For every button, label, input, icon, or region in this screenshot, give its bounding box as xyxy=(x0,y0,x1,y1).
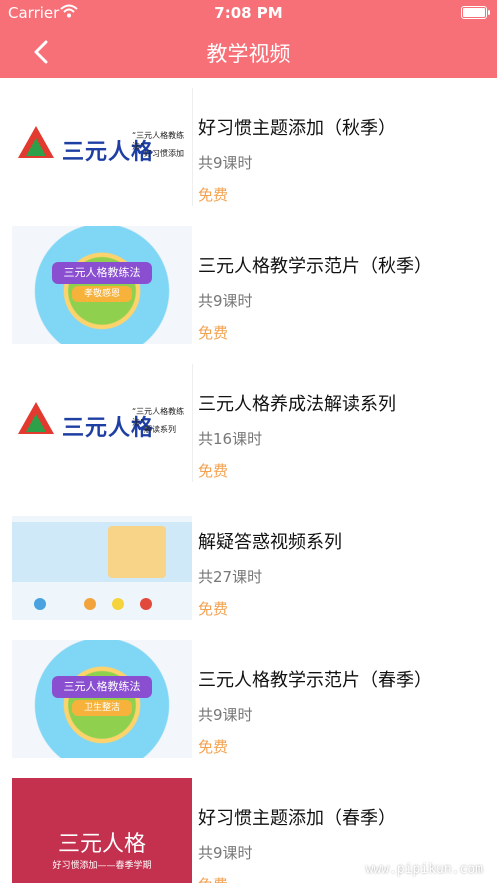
video-thumbnail: 三元人格教练法 卫生整洁 xyxy=(12,640,192,758)
video-thumbnail: 三元人格 “三元人格教练法” 好习惯添加 xyxy=(12,88,193,206)
status-bar: Carrier 7:08 PM xyxy=(0,0,497,26)
thumbnail-subtitle: 解读系列 xyxy=(144,425,176,434)
video-thumbnail xyxy=(12,502,192,620)
course-title: 好习惯主题添加（春季） xyxy=(198,808,396,829)
price-label: 免费 xyxy=(198,186,229,204)
dot xyxy=(34,598,46,610)
lesson-count: 共9课时 xyxy=(198,292,253,310)
video-thumbnail: 三元人格 “三元人格教练法” 解读系列 xyxy=(12,364,193,482)
price-label: 免费 xyxy=(198,874,228,883)
dot xyxy=(112,598,124,610)
course-title: 三元人格教学示范片（春季） xyxy=(198,670,432,691)
price-label: 免费 xyxy=(198,462,229,480)
nav-bar: 教学视频 xyxy=(0,26,497,78)
thumbnail-subtitle: 好习惯添加 xyxy=(144,149,184,158)
video-thumbnail: 三元人格教练法 孝敬感恩 xyxy=(12,226,192,344)
watermark: www.pipikun.com xyxy=(365,862,483,877)
course-title: 三元人格养成法解读系列 xyxy=(198,394,396,415)
dot xyxy=(84,598,96,610)
page-title: 教学视频 xyxy=(206,42,291,66)
logo-triangle xyxy=(26,138,46,156)
video-thumbnail: 三元人格 好习惯添加——春季学期 xyxy=(12,778,192,883)
list-item[interactable]: 解疑答惑视频系列 共27课时 免费 xyxy=(0,492,497,631)
price-label: 免费 xyxy=(198,738,229,756)
list-item[interactable]: 三元人格教练法 卫生整洁 三元人格教学示范片（春季） 共9课时 免费 xyxy=(0,630,497,769)
lesson-count: 共9课时 xyxy=(198,706,253,724)
clock: 7:08 PM xyxy=(214,4,283,22)
thumbnail-header xyxy=(12,502,192,516)
battery-icon xyxy=(461,6,490,19)
thumbnail-subbanner: 卫生整洁 xyxy=(72,700,132,716)
thumbnail-card xyxy=(108,526,166,578)
course-title: 好习惯主题添加（秋季） xyxy=(198,118,396,139)
list-item[interactable]: 三元人格 “三元人格教练法” 解读系列 三元人格养成法解读系列 共16课时 免费 xyxy=(0,354,497,493)
lesson-count: 共16课时 xyxy=(198,430,263,448)
price-label: 免费 xyxy=(198,600,229,618)
thumbnail-subtitle: 好习惯添加——春季学期 xyxy=(52,861,152,871)
lesson-count: 共27课时 xyxy=(198,568,263,586)
lesson-count: 共9课时 xyxy=(198,154,253,172)
video-list: 三元人格 “三元人格教练法” 好习惯添加 好习惯主题添加（秋季） 共9课时 免费… xyxy=(0,78,497,883)
thumbnail-title: 三元人格 xyxy=(57,832,146,857)
course-title: 三元人格教学示范片（秋季） xyxy=(198,256,432,277)
thumbnail-banner: 三元人格教练法 xyxy=(52,676,152,698)
course-title: 解疑答惑视频系列 xyxy=(198,532,342,553)
list-item[interactable]: 三元人格 “三元人格教练法” 好习惯添加 好习惯主题添加（秋季） 共9课时 免费 xyxy=(0,78,497,217)
thumbnail-banner: 三元人格教练法 xyxy=(52,262,152,284)
thumbnail-subbanner: 孝敬感恩 xyxy=(72,286,132,302)
lesson-count: 共9课时 xyxy=(198,844,253,862)
price-label: 免费 xyxy=(198,324,229,342)
app-header: Carrier 7:08 PM 教学视频 xyxy=(0,0,497,78)
list-item[interactable]: 三元人格教练法 孝敬感恩 三元人格教学示范片（秋季） 共9课时 免费 xyxy=(0,216,497,355)
dot xyxy=(140,598,152,610)
logo-triangle xyxy=(26,414,46,432)
